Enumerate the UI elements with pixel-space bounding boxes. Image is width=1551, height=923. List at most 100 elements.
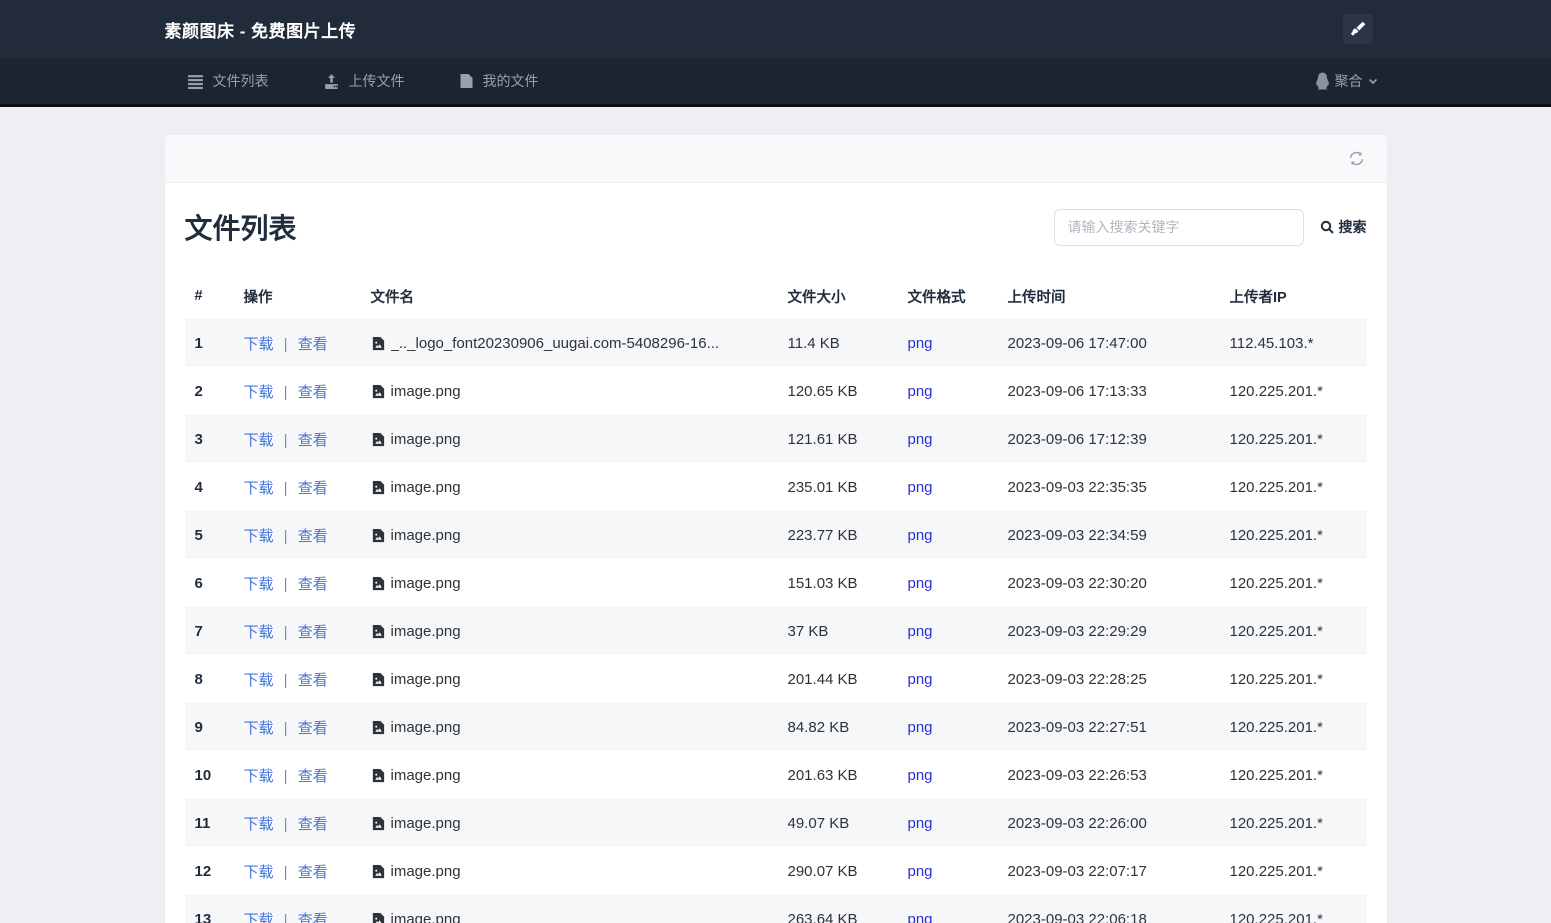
row-index: 10 <box>194 766 212 784</box>
file-table-body: 1 下载 | 查看 _.._logo_font20230906_uugai.co… <box>184 319 1367 923</box>
format-link[interactable]: png <box>908 527 933 544</box>
user-menu-label: 聚合 <box>1334 73 1363 89</box>
view-link[interactable]: 查看 <box>298 384 328 401</box>
row-filename: image.png <box>361 751 778 799</box>
view-link[interactable]: 查看 <box>298 528 328 545</box>
format-link[interactable]: png <box>908 383 933 400</box>
theme-brush-button[interactable] <box>1342 14 1373 44</box>
row-size: 84.82 KB <box>787 718 850 736</box>
view-link[interactable]: 查看 <box>298 672 328 689</box>
action-separator: | <box>279 383 292 401</box>
header-actions: 操作 <box>243 289 273 306</box>
app-title: 素颜图床 - 免费图片上传 <box>164 21 357 41</box>
download-link[interactable]: 下载 <box>244 768 274 785</box>
view-link[interactable]: 查看 <box>298 432 328 449</box>
image-file-icon <box>371 528 386 543</box>
card-header <box>164 135 1387 183</box>
row-size: 11.4 KB <box>787 334 840 352</box>
row-index: 11 <box>194 814 211 832</box>
search-input[interactable] <box>1053 208 1304 246</box>
download-link[interactable]: 下载 <box>244 576 274 593</box>
row-format: png <box>898 655 998 703</box>
view-link[interactable]: 查看 <box>298 720 328 737</box>
row-uploader-ip: 120.225.201.* <box>1229 430 1323 448</box>
row-uploader-ip: 120.225.201.* <box>1229 622 1323 640</box>
row-index: 13 <box>194 910 212 923</box>
format-link[interactable]: png <box>908 575 933 592</box>
download-link[interactable]: 下载 <box>244 624 274 641</box>
format-link[interactable]: png <box>908 335 933 352</box>
format-link[interactable]: png <box>908 863 933 880</box>
file-table: # 操作 文件名 文件大小 文件格式 上传时间 上传者IP 1 下载 | 查看 <box>184 273 1367 923</box>
format-link[interactable]: png <box>908 911 933 923</box>
row-uploader-ip: 120.225.201.* <box>1229 574 1323 592</box>
row-upload-time: 2023-09-03 22:28:25 <box>1007 670 1147 688</box>
download-link[interactable]: 下载 <box>244 912 274 923</box>
search-button[interactable]: 搜索 <box>1320 217 1367 237</box>
row-uploader-ip: 120.225.201.* <box>1229 670 1323 688</box>
format-link[interactable]: png <box>908 719 933 736</box>
view-link[interactable]: 查看 <box>298 624 328 641</box>
filename-text: image.png <box>390 574 461 592</box>
secondary-navbar: 文件列表 上传文件 我的文件 聚合 <box>0 58 1551 107</box>
view-link[interactable]: 查看 <box>298 480 328 497</box>
download-link[interactable]: 下载 <box>244 480 274 497</box>
filename-text: image.png <box>390 382 461 400</box>
row-filename: _.._logo_font20230906_uugai.com-5408296-… <box>361 319 778 367</box>
user-menu[interactable]: 聚合 <box>1314 71 1387 91</box>
download-link[interactable]: 下载 <box>244 336 274 353</box>
row-upload-time: 2023-09-03 22:30:20 <box>1007 574 1147 592</box>
view-link[interactable]: 查看 <box>298 816 328 833</box>
menu-item-my-files[interactable]: 我的文件 <box>459 71 539 91</box>
row-index: 3 <box>194 430 203 448</box>
menu-item-upload[interactable]: 上传文件 <box>323 71 405 91</box>
download-link[interactable]: 下载 <box>244 720 274 737</box>
view-link[interactable]: 查看 <box>298 768 328 785</box>
row-uploader-ip: 120.225.201.* <box>1229 862 1323 880</box>
row-upload-time: 2023-09-03 22:06:18 <box>1007 910 1147 923</box>
header-index: # <box>194 288 203 304</box>
download-link[interactable]: 下载 <box>244 432 274 449</box>
row-uploader-ip: 120.225.201.* <box>1229 718 1323 736</box>
action-separator: | <box>279 815 292 833</box>
row-index: 8 <box>194 670 203 688</box>
row-filename: image.png <box>361 799 778 847</box>
format-link[interactable]: png <box>908 431 933 448</box>
download-link[interactable]: 下载 <box>244 672 274 689</box>
search-group: 搜索 <box>1053 208 1367 246</box>
download-link[interactable]: 下载 <box>244 528 274 545</box>
view-link[interactable]: 查看 <box>298 864 328 881</box>
row-index: 9 <box>194 718 203 736</box>
penguin-avatar-icon <box>1314 72 1331 90</box>
brush-icon <box>1350 21 1366 37</box>
action-separator: | <box>279 767 292 785</box>
row-actions: 下载 | 查看 <box>234 559 361 607</box>
refresh-button[interactable] <box>1348 150 1365 167</box>
menu-item-file-list[interactable]: 文件列表 <box>187 71 269 91</box>
row-index: 4 <box>194 478 203 496</box>
view-link[interactable]: 查看 <box>298 336 328 353</box>
filename-text: image.png <box>390 766 461 784</box>
row-size: 151.03 KB <box>787 574 858 592</box>
table-row: 1 下载 | 查看 _.._logo_font20230906_uugai.co… <box>184 319 1367 367</box>
format-link[interactable]: png <box>908 767 933 784</box>
format-link[interactable]: png <box>908 671 933 688</box>
row-size: 235.01 KB <box>787 478 858 496</box>
row-index: 2 <box>194 382 203 400</box>
format-link[interactable]: png <box>908 623 933 640</box>
row-actions: 下载 | 查看 <box>234 319 361 367</box>
table-row: 3 下载 | 查看 image.png 121.61 KB png 2023-0… <box>184 415 1367 463</box>
action-separator: | <box>279 527 292 545</box>
view-link[interactable]: 查看 <box>298 912 328 923</box>
view-link[interactable]: 查看 <box>298 576 328 593</box>
download-link[interactable]: 下载 <box>244 864 274 881</box>
action-separator: | <box>279 575 292 593</box>
row-index: 6 <box>194 574 203 592</box>
download-link[interactable]: 下载 <box>244 816 274 833</box>
main-content: 文件列表 搜索 <box>0 107 1551 923</box>
format-link[interactable]: png <box>908 479 933 496</box>
download-link[interactable]: 下载 <box>244 384 274 401</box>
menu-item-label: 我的文件 <box>482 73 539 89</box>
format-link[interactable]: png <box>908 815 933 832</box>
list-icon <box>187 73 204 90</box>
